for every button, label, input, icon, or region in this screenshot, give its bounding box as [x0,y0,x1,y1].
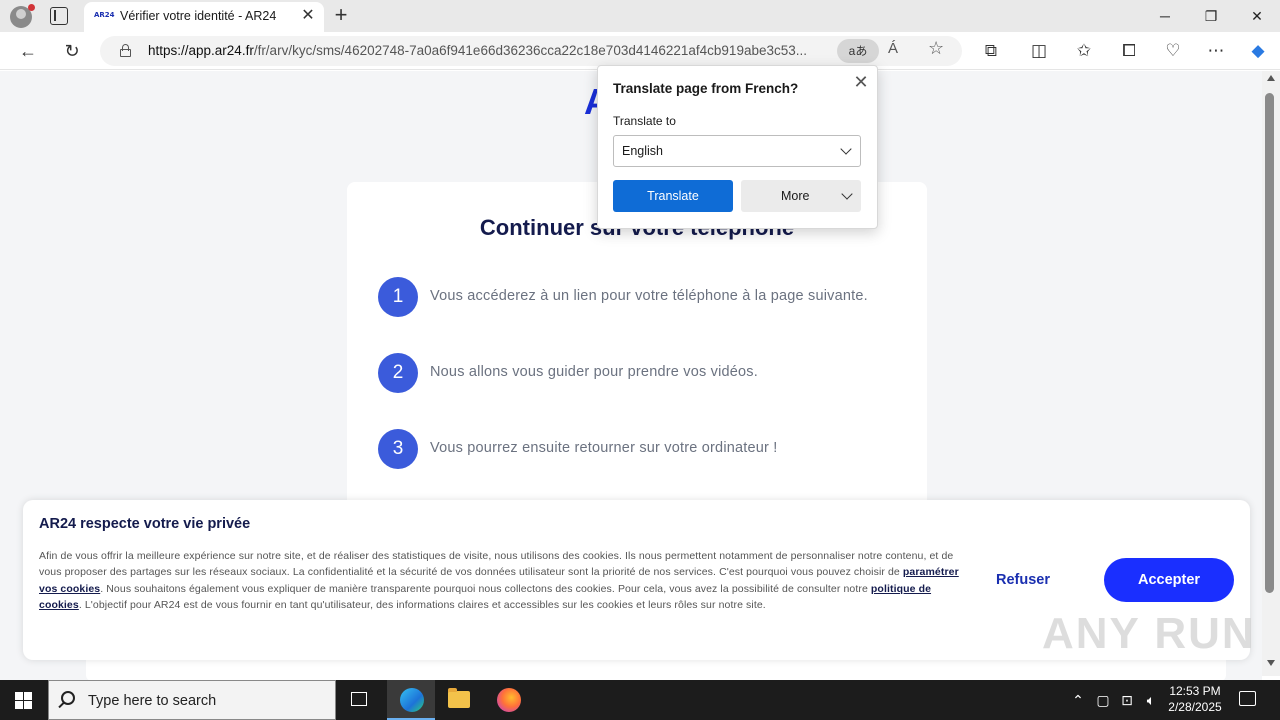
windows-taskbar: Type here to search ⌃ ▢ ⊡ 🔈︎ 12:53 PM 2/… [0,680,1280,720]
task-view-button[interactable] [336,680,384,720]
folder-icon [448,688,470,708]
chevron-down-icon [840,143,852,155]
scroll-up-icon[interactable] [1267,75,1275,81]
task-view-icon [351,692,367,706]
step-item: 3 Vous pourrez ensuite retourner sur vot… [378,429,918,469]
split-screen-icon[interactable]: ◫ [1027,39,1051,63]
taskbar-search-box[interactable]: Type here to search [48,680,336,720]
translate-to-label: Translate to [613,114,676,128]
edge-taskbar-button[interactable] [387,680,435,720]
refuse-cookies-button[interactable]: Refuser [963,559,1083,601]
clock-time: 12:53 PM [1169,684,1221,698]
translate-popup-title: Translate page from French? [613,81,799,96]
step-item: 2 Nous allons vous guider pour prendre v… [378,353,918,393]
lock-icon[interactable] [120,44,131,57]
clock-date: 2/28/2025 [1168,700,1222,714]
extensions-icon[interactable]: ⧉ [979,39,1003,63]
copilot-icon[interactable]: ◆ [1246,39,1270,63]
language-select[interactable]: English [613,135,861,167]
step-text: Nous allons vous guider pour prendre vos… [430,364,758,380]
phone-continue-card: Continuer sur votre téléphone 1 Vous acc… [347,182,927,512]
accept-cookies-button[interactable]: Accepter [1104,558,1234,602]
new-tab-icon[interactable]: + [331,4,351,26]
ar24-favicon-icon: AR24 [94,11,115,19]
add-favorite-icon[interactable]: ☆ [928,38,944,59]
step-number: 1 [378,277,418,317]
address-bar[interactable]: https://app.ar24.fr/fr/arv/kyc/sms/46202… [100,36,962,66]
tab-title: Vérifier votre identité - AR24 [120,9,277,23]
search-icon [61,691,75,705]
window-close-icon[interactable]: ✕ [1234,0,1280,32]
collections-icon[interactable]: ⧠ [1117,39,1141,63]
settings-more-icon[interactable]: ⋯ [1204,39,1228,63]
taskbar-clock[interactable]: 12:53 PM 2/28/2025 [1162,683,1228,715]
popup-close-icon[interactable]: ✕ [851,72,871,93]
windows-start-icon[interactable] [15,692,32,709]
translate-popup: Translate page from French? ✕ Translate … [597,65,878,229]
step-text: Vous pourrez ensuite retourner sur votre… [430,440,778,456]
back-icon[interactable]: ← [14,38,42,64]
firefox-icon [497,688,521,712]
page-scrollbar[interactable] [1262,71,1280,676]
volume-icon[interactable]: 🔈︎ [1141,680,1161,720]
minimize-icon[interactable]: ─ [1142,0,1188,32]
profile-notification-dot [28,4,35,11]
scroll-down-icon[interactable] [1267,660,1275,666]
network-icon[interactable]: ⊡ [1117,680,1137,720]
tab-bar: AR24 Vérifier votre identité - AR24 ✕ + … [0,0,1280,32]
anyrun-watermark: ANY RUN [1042,609,1256,658]
url-text[interactable]: https://app.ar24.fr/fr/arv/kyc/sms/46202… [148,43,838,58]
chevron-down-icon [841,188,853,200]
file-explorer-taskbar-button[interactable] [435,680,483,720]
tray-chevron-up-icon[interactable]: ⌃ [1068,680,1088,720]
selected-language: English [622,144,663,158]
more-button[interactable]: More [741,180,861,212]
read-aloud-icon[interactable]: Á [888,40,898,57]
edge-icon [400,688,424,712]
browser-essentials-icon[interactable]: ♡ [1161,39,1185,63]
scroll-thumb[interactable] [1265,93,1274,593]
step-text: Vous accéderez à un lien pour votre télé… [430,288,868,304]
step-number: 3 [378,429,418,469]
more-button-label: More [781,189,810,203]
translate-icon[interactable]: aあ [837,39,879,63]
notification-icon[interactable] [1239,691,1256,706]
tab-close-icon[interactable]: ✕ [299,7,317,25]
translate-button[interactable]: Translate [613,180,733,212]
tray-device-icon[interactable]: ▢ [1093,680,1113,720]
restore-icon[interactable]: ❐ [1188,0,1234,32]
tab-actions-icon[interactable] [50,7,68,25]
cookie-text: Afin de vous offrir la meilleure expérie… [39,550,959,611]
cookie-title: AR24 respecte votre vie privée [39,516,251,532]
search-placeholder: Type here to search [88,693,217,709]
favorites-icon[interactable]: ✩ [1072,39,1096,63]
refresh-icon[interactable]: ↻ [58,38,86,64]
firefox-taskbar-button[interactable] [484,680,532,720]
browser-tab[interactable]: AR24 Vérifier votre identité - AR24 ✕ [84,2,324,32]
step-number: 2 [378,353,418,393]
step-item: 1 Vous accéderez à un lien pour votre té… [378,277,918,317]
